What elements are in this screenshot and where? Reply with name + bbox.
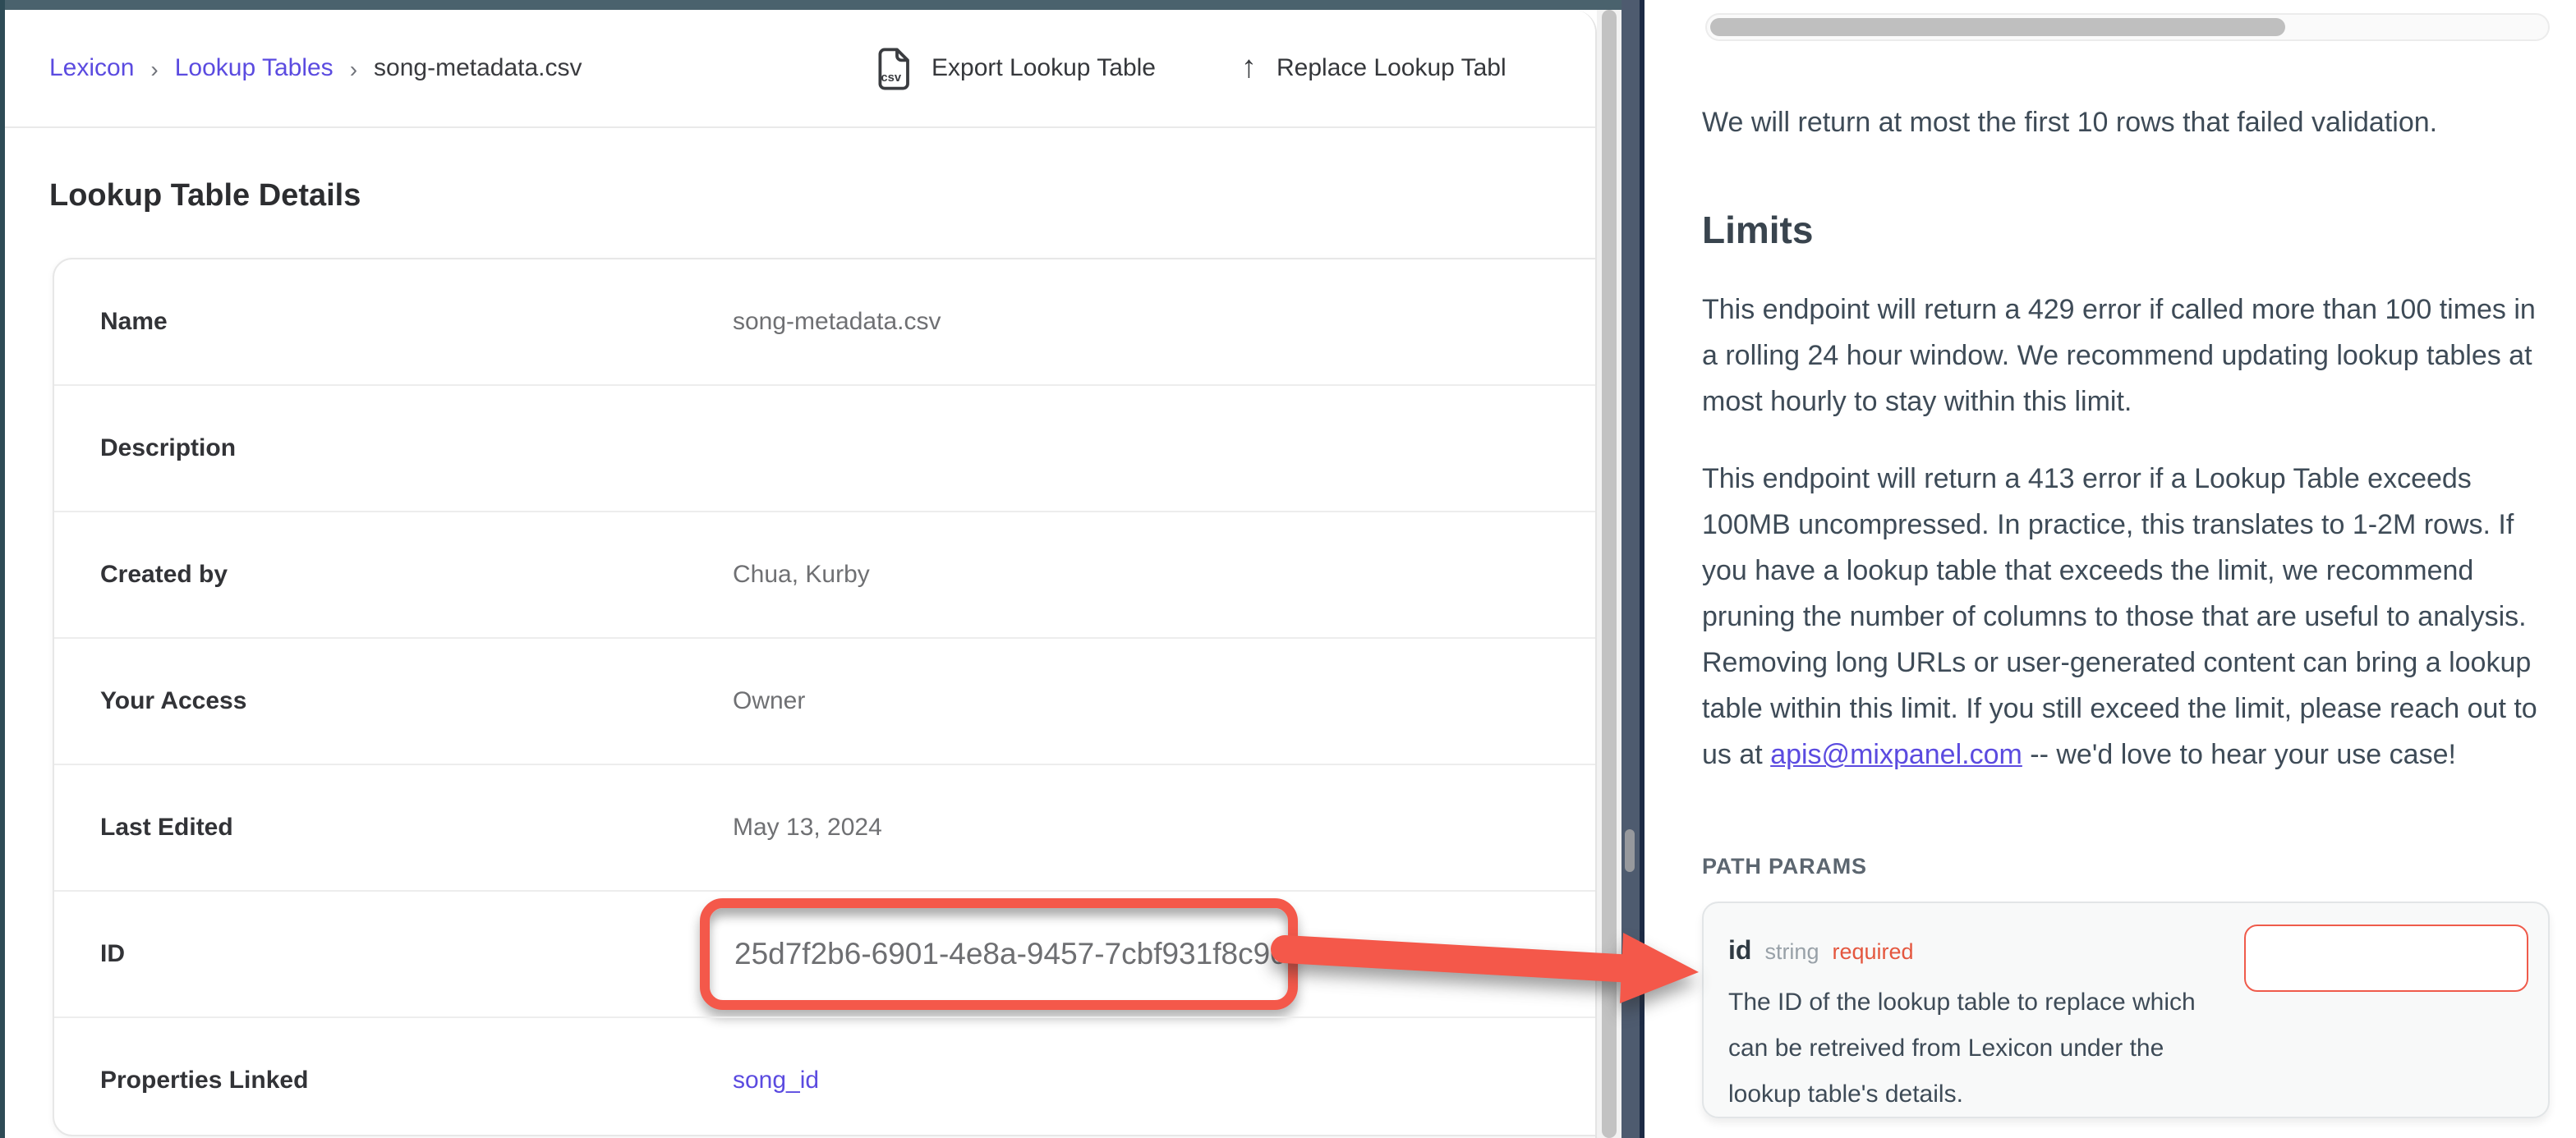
export-lookup-table-button[interactable]: csv Export Lookup Table: [877, 47, 1156, 89]
export-button-label: Export Lookup Table: [932, 54, 1156, 82]
upload-arrow-icon: ↑: [1241, 53, 1257, 84]
detail-row-properties-linked: Properties Linked song_id: [54, 1016, 1597, 1138]
param-name: id: [1728, 938, 1751, 967]
screen: Lexicon › Lookup Tables › song-metadata.…: [0, 0, 2576, 1138]
breadcrumb-bar: Lexicon › Lookup Tables › song-metadata.…: [5, 10, 1595, 128]
detail-value: May 13, 2024: [733, 814, 882, 842]
param-description: The ID of the lookup table to replace wh…: [1728, 980, 2213, 1118]
panel-divider-strip: [1622, 0, 1644, 1138]
chevron-right-icon: ›: [150, 55, 158, 81]
id-highlight-annotation: 25d7f2b6-6901-4e8a-9457-7cbf931f8c90: [700, 898, 1298, 1010]
linked-property-link[interactable]: song_id: [733, 1067, 819, 1094]
detail-label: Description: [100, 434, 236, 462]
param-required-badge: required: [1832, 939, 1913, 964]
chevron-right-icon: ›: [350, 55, 357, 81]
left-panel-scrollbar[interactable]: [1597, 10, 1622, 1138]
csv-file-icon: csv: [877, 47, 912, 89]
replace-lookup-table-button[interactable]: ↑ Replace Lookup Tabl: [1241, 53, 1506, 84]
docs-413-text: This endpoint will return a 413 error if…: [1702, 463, 2537, 770]
docs-validation-note: We will return at most the first 10 rows…: [1702, 100, 2556, 146]
detail-row-created-by: Created by Chua, Kurby: [54, 511, 1597, 637]
lookup-table-panel: Lexicon › Lookup Tables › song-metadata.…: [5, 10, 1597, 1138]
detail-label: Created by: [100, 561, 228, 589]
svg-text:csv: csv: [881, 71, 901, 84]
support-email-link[interactable]: apis@mixpanel.com: [1770, 739, 2022, 770]
detail-label: Last Edited: [100, 814, 233, 842]
detail-value: song-metadata.csv: [733, 308, 941, 336]
details-card: Name song-metadata.csv Description Creat…: [53, 258, 1597, 1136]
docs-horizontal-scrollbar[interactable]: [1705, 13, 2550, 41]
toolbar: csv Export Lookup Table ↑ Replace Lookup…: [877, 10, 1506, 126]
id-param-card: id string required The ID of the lookup …: [1702, 902, 2550, 1118]
limits-heading: Limits: [1702, 209, 1813, 253]
detail-row-name: Name song-metadata.csv: [54, 259, 1597, 384]
param-type: string: [1764, 939, 1819, 964]
breadcrumb-link-lexicon[interactable]: Lexicon: [49, 54, 134, 82]
breadcrumb: Lexicon › Lookup Tables › song-metadata.…: [49, 10, 582, 126]
detail-row-your-access: Your Access Owner: [54, 637, 1597, 764]
detail-label: ID: [100, 940, 125, 968]
docs-429-paragraph: This endpoint will return a 429 error if…: [1702, 287, 2556, 425]
detail-label: Name: [100, 308, 168, 336]
detail-label: Properties Linked: [100, 1067, 308, 1094]
docs-panel: We will return at most the first 10 rows…: [1644, 0, 2576, 1138]
detail-row-id: ID 25d7f2b6-6901-4e8a-9457-7cbf931f8c90: [54, 890, 1597, 1016]
id-param-input[interactable]: [2244, 925, 2528, 992]
divider-scrollbar-thumb[interactable]: [1625, 829, 1635, 872]
detail-label: Your Access: [100, 687, 246, 715]
breadcrumb-link-lookup-tables[interactable]: Lookup Tables: [175, 54, 334, 82]
docs-413-paragraph: This endpoint will return a 413 error if…: [1702, 457, 2556, 778]
docs-413-text-after: -- we'd love to hear your use case!: [2022, 739, 2456, 770]
left-panel-scrollbar-thumb[interactable]: [1602, 10, 1617, 1138]
detail-row-last-edited: Last Edited May 13, 2024: [54, 764, 1597, 890]
path-params-heading: PATH PARAMS: [1702, 854, 1867, 879]
breadcrumb-current: song-metadata.csv: [374, 54, 582, 82]
detail-value: Chua, Kurby: [733, 561, 870, 589]
page-title: Lookup Table Details: [49, 179, 361, 215]
lookup-table-id-value: 25d7f2b6-6901-4e8a-9457-7cbf931f8c90: [734, 936, 1287, 972]
replace-button-label: Replace Lookup Tabl: [1276, 54, 1506, 82]
detail-value: Owner: [733, 687, 805, 715]
param-header: id string required: [1728, 938, 1914, 967]
detail-row-description: Description: [54, 384, 1597, 511]
docs-horizontal-scrollbar-thumb[interactable]: [1710, 18, 2285, 36]
